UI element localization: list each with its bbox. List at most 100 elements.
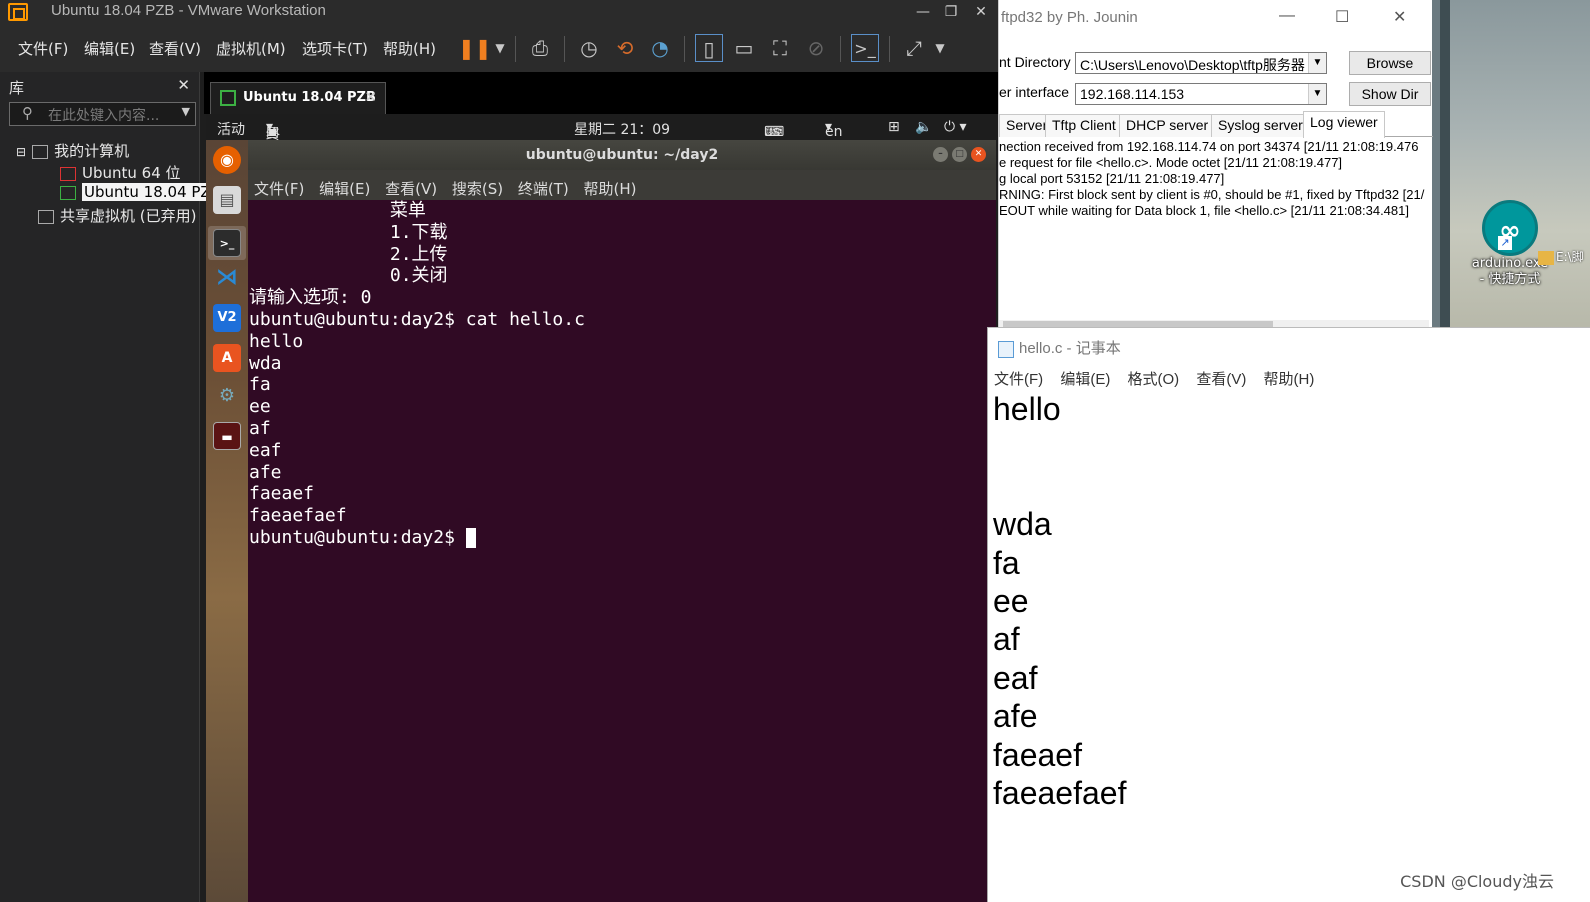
minimize-icon[interactable]: – xyxy=(933,147,948,162)
send-ctrl-alt-del-icon[interactable]: ⎙ xyxy=(526,34,554,62)
dropdown-arrow-icon[interactable]: ▼ xyxy=(182,105,190,118)
search-icon: ⚲ xyxy=(22,104,33,122)
snapshot-manager-icon[interactable]: ◔ xyxy=(646,34,674,62)
terminal-output[interactable]: 菜单 1.下载 2.上传 0.关闭 请输入选项: 0 ubuntu@ubuntu:d… xyxy=(248,200,996,549)
tree-vm-ubuntu1804[interactable]: Ubuntu 18.04 PZ xyxy=(60,183,213,201)
maximize-button[interactable]: ☐ xyxy=(1335,7,1349,27)
library-title: 库 xyxy=(9,79,25,97)
menu-view[interactable]: 查看(V) xyxy=(1196,371,1246,388)
app-menu[interactable]: ▣ 终端 ▾ xyxy=(266,119,280,163)
unity-icon[interactable]: ⊘ xyxy=(802,34,830,62)
terminal-line: af xyxy=(249,417,271,439)
toolbar-separator xyxy=(515,36,516,62)
menu-file[interactable]: 文件(F) xyxy=(18,38,68,59)
minimize-button[interactable]: — xyxy=(908,1,938,23)
tab-log-viewer[interactable]: Log viewer xyxy=(1303,111,1385,138)
terminal-line: wda xyxy=(249,352,282,374)
vm-running-icon xyxy=(60,185,76,200)
snapshot-icon[interactable]: ◷ xyxy=(575,34,603,62)
menu-format[interactable]: 格式(O) xyxy=(1128,371,1180,388)
close-button[interactable]: ✕ xyxy=(966,1,996,23)
log-line: EOUT while waiting for Data block 1, fil… xyxy=(999,203,1409,218)
tree-my-computer[interactable]: ⊟ 我的计算机 xyxy=(16,140,129,161)
maximize-icon[interactable]: □ xyxy=(952,147,967,162)
tree-shared-vms[interactable]: 共享虚拟机 (已弃用) xyxy=(38,205,196,226)
menu-help[interactable]: 帮助(H) xyxy=(584,180,637,198)
close-button[interactable]: ✕ xyxy=(1393,7,1406,27)
browse-button[interactable]: Browse xyxy=(1349,51,1431,75)
show-library-icon[interactable]: ▯ xyxy=(695,34,723,62)
activities-button[interactable]: 活动 xyxy=(217,119,245,139)
menu-edit[interactable]: 编辑(E) xyxy=(84,38,135,59)
volume-icon[interactable]: 🔈 xyxy=(915,119,932,135)
shortcut-arrow-icon: ↗ xyxy=(1498,236,1512,250)
menu-help[interactable]: 帮助(H) xyxy=(1264,371,1315,388)
input-language[interactable]: en ▾ xyxy=(825,119,843,140)
dropdown-arrow-icon[interactable]: ▼ xyxy=(1308,84,1326,104)
terminal-icon[interactable]: >_ xyxy=(213,229,241,257)
files-icon[interactable]: ▤ xyxy=(213,186,241,214)
dropdown-arrow-icon[interactable]: ▼ xyxy=(486,34,514,62)
minimize-button[interactable]: — xyxy=(1279,7,1295,25)
menu-view[interactable]: 查看(V) xyxy=(385,180,437,198)
tree-vm-ubuntu64[interactable]: Ubuntu 64 位 xyxy=(60,162,181,183)
menu-search[interactable]: 搜索(S) xyxy=(452,180,503,198)
power-icon[interactable]: ⏻ ▾ xyxy=(944,119,967,135)
pause-icon[interactable]: ❚❚ xyxy=(458,34,492,62)
tab-syslog-server[interactable]: Syslog server xyxy=(1211,114,1310,137)
menu-tabs[interactable]: 选项卡(T) xyxy=(302,38,368,59)
menu-terminal[interactable]: 终端(T) xyxy=(518,180,569,198)
vscode-icon[interactable]: ⋊ xyxy=(213,264,241,292)
network-icon[interactable]: ⊞ xyxy=(888,119,900,135)
close-library-icon[interactable]: ✕ xyxy=(177,76,190,94)
close-icon[interactable]: ✕ xyxy=(971,147,986,162)
show-dir-button[interactable]: Show Dir xyxy=(1349,82,1431,106)
terminal-prompt-line[interactable]: ubuntu@ubuntu:day2$ xyxy=(249,527,996,549)
arduino-shortcut[interactable]: ∞ ↗ arduino.exe - 快捷方式 xyxy=(1462,200,1558,288)
notepad-icon xyxy=(998,340,1014,358)
vnote-icon[interactable]: V2 xyxy=(213,304,241,332)
dropdown-arrow-icon[interactable]: ▼ xyxy=(1308,53,1326,73)
base-directory-select[interactable]: C:\Users\Lenovo\Desktop\tftp服务器 ▼ xyxy=(1075,52,1327,74)
menu-help[interactable]: 帮助(H) xyxy=(383,38,436,59)
vmware-menubar: 文件(F) 编辑(E) 查看(V) 虚拟机(M) 选项卡(T) 帮助(H) ❚❚… xyxy=(0,24,1000,72)
terminal-menubar: 文件(F) 编辑(E) 查看(V) 搜索(S) 终端(T) 帮助(H) xyxy=(248,170,996,200)
dropdown-arrow-icon[interactable]: ▼ xyxy=(926,34,954,62)
library-search-input[interactable]: ⚲ 在此处键入内容... ▼ xyxy=(9,102,196,126)
restore-button[interactable]: ❐ xyxy=(936,1,966,23)
toolbar-separator xyxy=(564,36,565,62)
menu-file[interactable]: 文件(F) xyxy=(994,371,1043,388)
desktop-file[interactable]: E:\脚 xyxy=(1538,248,1584,265)
firefox-icon[interactable]: ◉ xyxy=(213,146,241,174)
dir-label: nt Directory xyxy=(999,54,1071,70)
tab-tftp-client[interactable]: Tftp Client xyxy=(1045,114,1123,137)
revert-snapshot-icon[interactable]: ⟲ xyxy=(611,34,639,62)
vm-tab[interactable]: Ubuntu 18.04 PZB ✕ xyxy=(210,82,386,114)
tab-dhcp-server[interactable]: DHCP server xyxy=(1119,114,1216,137)
watermark: CSDN @Cloudy浊云 xyxy=(1400,872,1554,891)
thumbnail-bar-icon[interactable]: ▭ xyxy=(730,34,758,62)
menu-file[interactable]: 文件(F) xyxy=(254,180,304,198)
close-tab-icon[interactable]: ✕ xyxy=(364,88,377,106)
notepad-text-area[interactable]: hello wda fa ee af eaf afe faeaef faeaef… xyxy=(993,390,1126,812)
tftpd-tabs: Server Tftp Client DHCP server Syslog se… xyxy=(999,111,1433,138)
menu-edit[interactable]: 编辑(E) xyxy=(319,180,370,198)
software-center-icon[interactable]: A xyxy=(213,344,241,372)
menu-edit[interactable]: 编辑(E) xyxy=(1060,371,1110,388)
terminal-line: 菜单 xyxy=(249,200,426,221)
full-screen-icon[interactable]: ⛶ xyxy=(766,34,794,62)
log-line: nection received from 192.168.114.74 on … xyxy=(999,139,1419,154)
menu-view[interactable]: 查看(V) xyxy=(149,38,201,59)
clock[interactable]: 星期二 21：09 xyxy=(574,119,670,139)
vmware-titlebar: Ubuntu 18.04 PZB - VMware Workstation — … xyxy=(0,0,1000,24)
console-view-icon[interactable]: >_ xyxy=(851,34,879,62)
app-icon[interactable]: ▬ xyxy=(213,422,241,450)
ubuntu-dock: ◉ ▤ >_ ⋊ V2 A ⚙ ▬ xyxy=(206,140,248,902)
server-interface-select[interactable]: 192.168.114.153 ▼ xyxy=(1075,83,1327,105)
network-tools-icon[interactable]: ⚙ xyxy=(213,382,241,410)
log-line: g local port 53152 [21/11 21:08:19.477] xyxy=(999,171,1225,186)
log-viewer[interactable]: nection received from 192.168.114.74 on … xyxy=(999,139,1431,319)
stretch-guest-icon[interactable]: ⤢ xyxy=(900,34,928,62)
menu-vm[interactable]: 虚拟机(M) xyxy=(216,38,286,59)
collapse-icon[interactable]: ⊟ xyxy=(16,145,26,159)
